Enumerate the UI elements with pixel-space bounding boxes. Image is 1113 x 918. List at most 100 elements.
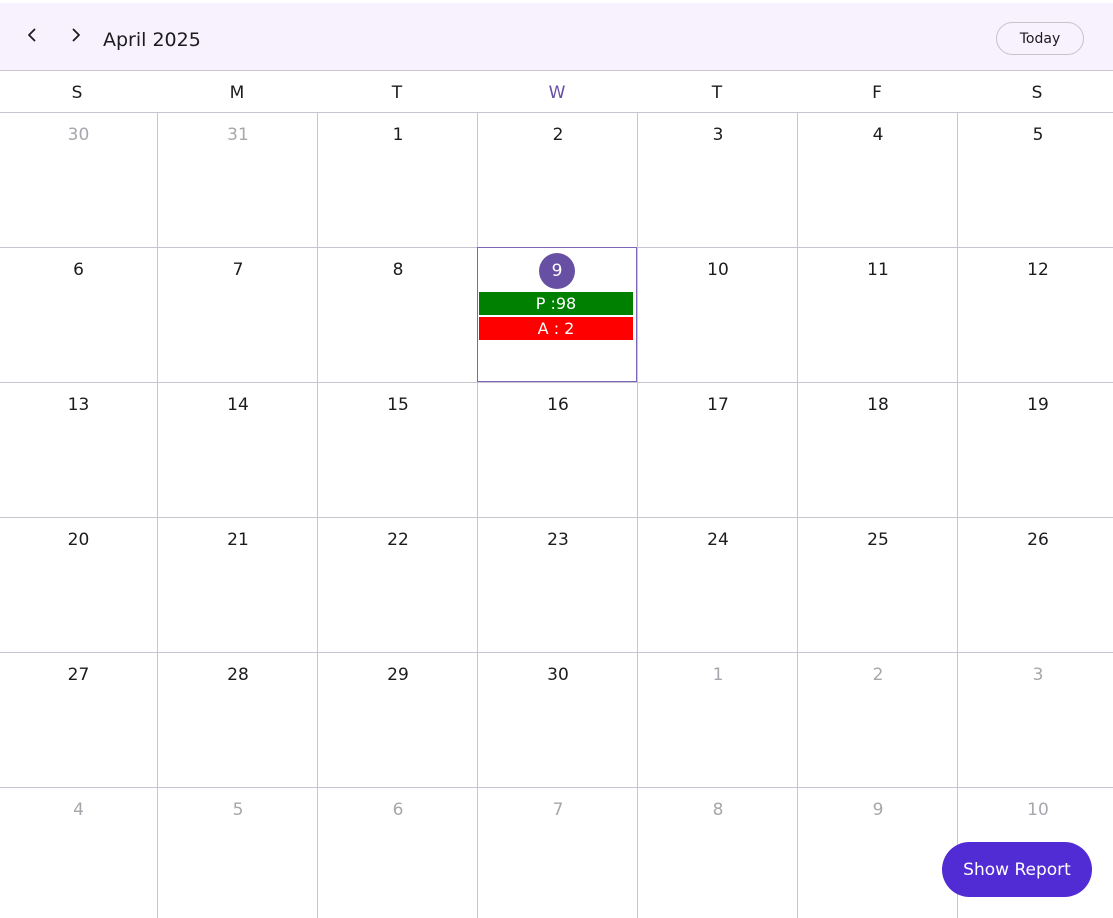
day-number: 3 (1032, 665, 1044, 685)
day-number: 23 (547, 530, 569, 550)
day-cell[interactable]: 28 (158, 653, 318, 788)
day-number: 14 (227, 395, 249, 415)
calendar-header: April 2025 Today (0, 3, 1113, 71)
next-month-button[interactable] (64, 23, 88, 47)
day-cell[interactable]: 19 (958, 383, 1113, 518)
day-cell[interactable]: 11 (798, 248, 958, 383)
day-cell[interactable]: 2 (798, 653, 958, 788)
show-report-button[interactable]: Show Report (942, 842, 1092, 897)
day-number: 4 (73, 800, 84, 820)
day-cell[interactable]: 8 (318, 248, 478, 383)
day-number: 5 (232, 800, 244, 820)
day-number: 19 (1027, 395, 1049, 415)
day-number: 1 (392, 125, 404, 145)
day-cell[interactable]: 1 (638, 653, 798, 788)
day-cell[interactable]: 18 (798, 383, 958, 518)
day-number: 2 (872, 665, 884, 685)
day-cell[interactable]: 21 (158, 518, 318, 653)
day-number: 5 (1032, 125, 1044, 145)
day-cell[interactable]: 24 (638, 518, 798, 653)
day-cell[interactable]: 26 (958, 518, 1113, 653)
day-cell[interactable]: 25 (798, 518, 958, 653)
weekday-label: S (71, 83, 83, 103)
day-number: 18 (867, 395, 889, 415)
day-cell[interactable]: 16 (478, 383, 638, 518)
today-button[interactable]: Today (996, 22, 1084, 55)
day-number: 20 (67, 530, 90, 550)
day-number: 7 (232, 260, 244, 280)
day-number: 17 (707, 395, 729, 415)
day-cell[interactable]: 4 (798, 113, 958, 248)
day-number: 10 (707, 260, 729, 280)
day-cell[interactable]: 6 (318, 788, 478, 918)
day-cell[interactable]: 29 (318, 653, 478, 788)
today-date-badge: 9 (539, 253, 575, 289)
day-number: 21 (227, 530, 249, 550)
day-number: 4 (872, 125, 884, 145)
day-cell[interactable]: 13 (0, 383, 157, 518)
month-title[interactable]: April 2025 (103, 27, 201, 53)
day-number: 6 (392, 800, 404, 820)
present-count-appointment[interactable]: P :98 (479, 292, 633, 315)
day-number: 24 (707, 530, 729, 550)
day-cell[interactable]: 27 (0, 653, 157, 788)
day-number: 22 (387, 530, 409, 550)
day-number: 6 (73, 260, 84, 280)
day-number: 30 (547, 665, 569, 685)
weekday-label: F (872, 83, 882, 103)
day-cell[interactable]: 5 (158, 788, 318, 918)
day-cell[interactable]: 5 (958, 113, 1113, 248)
day-number: 30 (67, 125, 90, 145)
day-cell[interactable]: 7 (158, 248, 318, 383)
absent-count-appointment[interactable]: A : 2 (479, 317, 633, 340)
day-cell[interactable]: 14 (158, 383, 318, 518)
day-number: 27 (67, 665, 90, 685)
day-cell[interactable]: 10 (638, 248, 798, 383)
day-number: 9 (872, 800, 884, 820)
day-cell[interactable]: 23 (478, 518, 638, 653)
day-number: 29 (387, 665, 409, 685)
day-number: 12 (1027, 260, 1049, 280)
weekday-header: SMTWTFS (0, 72, 1113, 113)
day-cell[interactable]: 3 (958, 653, 1113, 788)
previous-month-button[interactable] (20, 23, 44, 47)
day-number: 1 (712, 665, 724, 685)
day-cell[interactable]: 9 P :98 A : 2 (477, 247, 637, 382)
day-cell[interactable]: 15 (318, 383, 478, 518)
weekday-label: W (548, 83, 566, 103)
day-number: 8 (712, 800, 724, 820)
day-number: 2 (552, 125, 564, 145)
day-cell[interactable]: 2 (478, 113, 638, 248)
day-number: 31 (227, 125, 249, 145)
day-cell[interactable]: 8 (638, 788, 798, 918)
chevron-right-icon (72, 28, 80, 42)
day-cell[interactable]: 12 (958, 248, 1113, 383)
day-number: 15 (387, 395, 409, 415)
weekday-label: S (1031, 83, 1043, 103)
day-cell[interactable]: 30 (0, 113, 157, 248)
day-number: 10 (1027, 800, 1049, 820)
day-number: 7 (552, 800, 564, 820)
day-cell[interactable]: 4 (0, 788, 157, 918)
day-number: 8 (392, 260, 404, 280)
calendar-app: April 2025 Today SMTWTFS 30 31 1 2 3 4 5 6 7 8 9 P … (0, 0, 1113, 918)
day-cell[interactable]: 1 (318, 113, 478, 248)
weekday-label: T (391, 83, 403, 103)
day-cell[interactable]: 17 (638, 383, 798, 518)
day-cell[interactable]: 9 (798, 788, 958, 918)
day-number: 26 (1027, 530, 1049, 550)
day-cell[interactable]: 30 (478, 653, 638, 788)
chevron-left-icon (28, 28, 36, 42)
day-number: 25 (867, 530, 889, 550)
day-cell[interactable]: 7 (478, 788, 638, 918)
day-cell[interactable]: 31 (158, 113, 318, 248)
day-cell[interactable]: 6 (0, 248, 157, 383)
day-cell[interactable]: 3 (638, 113, 798, 248)
day-cell[interactable]: 22 (318, 518, 478, 653)
day-number: 13 (67, 395, 90, 415)
weekday-label: M (229, 83, 245, 103)
day-number: 16 (547, 395, 569, 415)
weekday-label: T (711, 83, 723, 103)
day-number: 28 (227, 665, 249, 685)
day-cell[interactable]: 20 (0, 518, 157, 653)
